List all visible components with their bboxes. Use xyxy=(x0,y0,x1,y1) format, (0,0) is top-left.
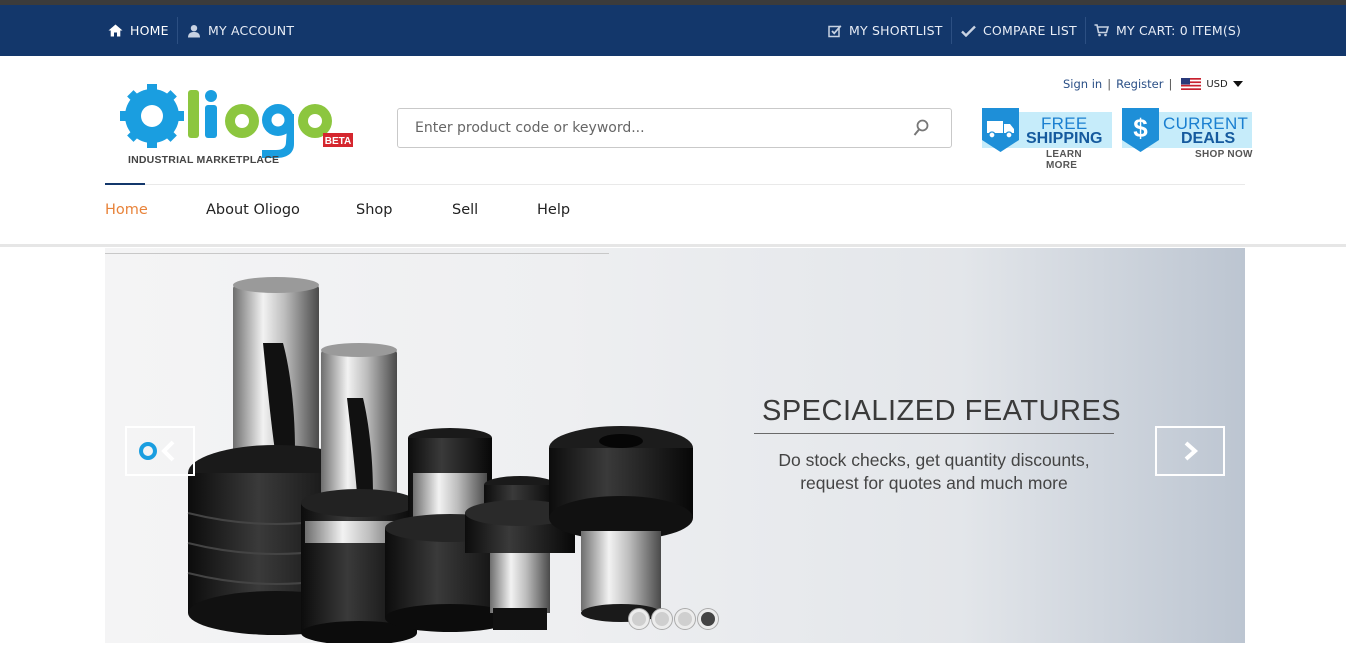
tool-holders-image xyxy=(187,277,693,643)
account-links: Sign in | Register | USD xyxy=(1063,77,1243,91)
slider-top-line xyxy=(105,253,609,254)
slider-dot[interactable] xyxy=(629,609,649,629)
compare-list-label: COMPARE LIST xyxy=(983,23,1077,38)
slider-dot[interactable] xyxy=(675,609,695,629)
main-nav: Home About Oliogo Shop Sell Help xyxy=(0,183,1346,247)
nav-home[interactable]: Home xyxy=(105,202,148,218)
home-link[interactable]: HOME xyxy=(108,5,169,56)
user-icon xyxy=(188,24,200,37)
separator: | xyxy=(1107,77,1112,91)
home-icon xyxy=(108,24,123,37)
edit-check-icon xyxy=(828,24,842,37)
caret-down-icon xyxy=(1232,81,1243,87)
us-flag-icon xyxy=(1181,78,1202,90)
currency-label: USD xyxy=(1206,78,1228,90)
cart-label: MY CART: 0 ITEM(S) xyxy=(1116,23,1242,38)
nav-active-marker xyxy=(105,183,145,185)
hero-slider: SPECIALIZED FEATURES Do stock checks, ge… xyxy=(105,248,1245,643)
chevron-right-icon xyxy=(1184,441,1199,461)
home-link-label: HOME xyxy=(130,23,169,38)
slide-title: SPECIALIZED FEATURES xyxy=(762,395,1122,427)
separator: | xyxy=(1168,77,1173,91)
search-box xyxy=(397,108,952,148)
slider-dot[interactable] xyxy=(652,609,672,629)
slider-dot-active[interactable] xyxy=(698,609,718,629)
my-account-label: MY ACCOUNT xyxy=(208,23,295,38)
sign-in-link[interactable]: Sign in xyxy=(1063,77,1102,91)
shortlist-link[interactable]: MY SHORTLIST xyxy=(828,5,943,56)
search-input[interactable] xyxy=(398,109,951,147)
nav-about-oliogo[interactable]: About Oliogo xyxy=(206,202,300,218)
truck-icon xyxy=(982,108,1019,152)
slide-title-rule xyxy=(754,433,1114,434)
logo-mark: BETA INDUSTRIAL MARKETPLACE xyxy=(120,84,353,166)
nav-top-rule xyxy=(105,184,1245,185)
slide-subtitle: Do stock checks, get quantity discounts,… xyxy=(778,450,1090,493)
compare-list-link[interactable]: COMPARE LIST xyxy=(961,5,1077,56)
search-icon[interactable] xyxy=(913,119,929,141)
svg-text:$: $ xyxy=(1133,113,1148,143)
deals-cta: SHOP NOW xyxy=(1195,149,1253,160)
nav-help[interactable]: Help xyxy=(537,202,570,218)
logo-tagline: INDUSTRIAL MARKETPLACE xyxy=(128,154,279,164)
slider-dots xyxy=(629,609,718,629)
shipping-line1: FREE xyxy=(1041,114,1088,133)
nav-bottom-shadow xyxy=(0,244,1346,247)
register-link[interactable]: Register xyxy=(1116,77,1163,91)
nav-shop[interactable]: Shop xyxy=(356,202,392,218)
slider-next-button[interactable] xyxy=(1155,426,1225,476)
check-icon xyxy=(961,25,976,37)
chevron-left-icon xyxy=(139,440,175,462)
cart-icon xyxy=(1094,24,1109,37)
top-bar: HOME MY ACCOUNT MY SHORTLIST COMPARE LIS… xyxy=(0,5,1346,56)
nav-sell[interactable]: Sell xyxy=(452,202,478,218)
divider xyxy=(951,17,952,44)
my-account-link[interactable]: MY ACCOUNT xyxy=(187,5,294,56)
header: BETA INDUSTRIAL MARKETPLACE Sign in | Re… xyxy=(0,56,1346,184)
deals-line2: DEALS xyxy=(1181,130,1236,147)
shortlist-label: MY SHORTLIST xyxy=(849,23,943,38)
free-shipping-promo[interactable]: FREE SHIPPING LEARN MORE xyxy=(982,108,1114,171)
oliogo-logo[interactable]: BETA INDUSTRIAL MARKETPLACE xyxy=(118,84,358,166)
shipping-line2: SHIPPING xyxy=(1026,130,1103,147)
divider xyxy=(1085,17,1086,44)
current-deals-promo[interactable]: $ CURRENT DEALS SHOP NOW xyxy=(1122,108,1254,160)
slider-prev-button[interactable] xyxy=(125,426,195,476)
currency-selector[interactable]: USD xyxy=(1181,78,1243,90)
dollar-icon: $ xyxy=(1122,108,1159,152)
divider xyxy=(177,17,178,44)
deals-line1: CURRENT xyxy=(1163,114,1249,133)
shipping-cta: LEARN MORE xyxy=(1046,149,1082,171)
beta-badge: BETA xyxy=(325,136,351,147)
cart-link[interactable]: MY CART: 0 ITEM(S) xyxy=(1094,5,1241,56)
